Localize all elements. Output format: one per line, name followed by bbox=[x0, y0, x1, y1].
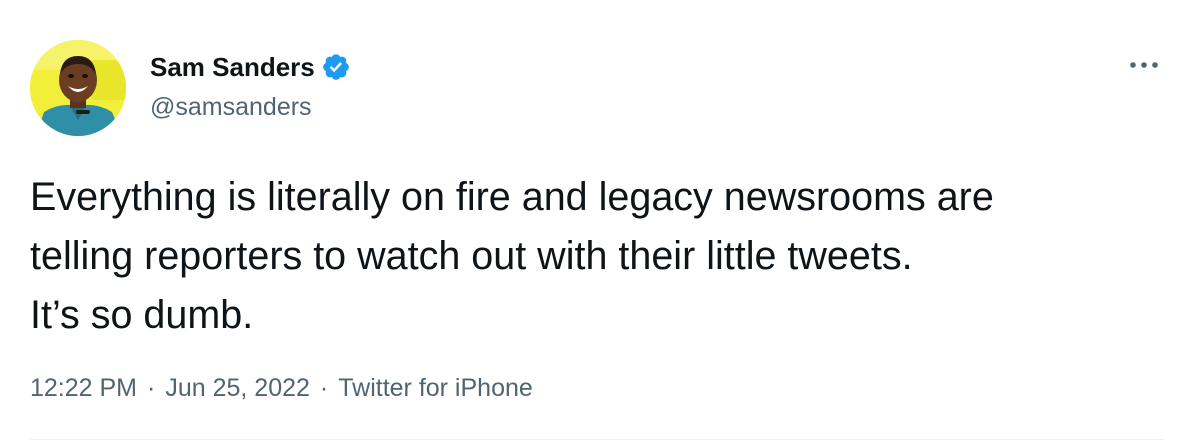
tweet-time[interactable]: 12:22 PM bbox=[30, 370, 137, 406]
avatar[interactable] bbox=[30, 40, 126, 136]
tweet-source[interactable]: Twitter for iPhone bbox=[338, 370, 533, 406]
author-handle[interactable]: @samsanders bbox=[150, 92, 312, 122]
more-horizontal-icon bbox=[1130, 62, 1158, 68]
tweet-date[interactable]: Jun 25, 2022 bbox=[165, 370, 310, 406]
more-options-button[interactable] bbox=[1124, 50, 1164, 80]
author-display-name[interactable]: Sam Sanders bbox=[150, 52, 315, 82]
tweet-text: Everything is literally on fire and lega… bbox=[30, 175, 994, 337]
separator-dot: · bbox=[147, 374, 156, 402]
author-name-row: Sam Sanders bbox=[150, 52, 351, 82]
tweet-card: Sam Sanders @samsanders Everything is li… bbox=[0, 0, 1194, 444]
avatar-photo bbox=[30, 40, 126, 136]
verified-badge-icon bbox=[321, 52, 351, 82]
separator-dot: · bbox=[319, 374, 329, 402]
tweet-metadata: 12:22 PM · Jun 25, 2022 · Twitter for iP… bbox=[30, 370, 533, 406]
divider bbox=[30, 439, 1164, 440]
